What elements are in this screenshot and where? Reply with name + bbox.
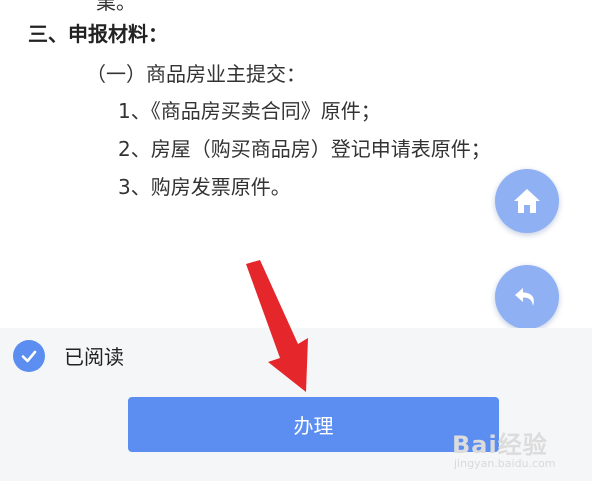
list-item: 2、房屋（购买商品房）登记申请表原件；: [118, 137, 491, 161]
subheading: （一）商品房业主提交：: [86, 62, 306, 86]
watermark-logo: Bai经验: [452, 431, 548, 459]
read-checkbox[interactable]: [13, 340, 45, 372]
home-button[interactable]: [495, 169, 559, 233]
section-title: 三、申报材料：: [28, 22, 168, 46]
back-button[interactable]: [495, 265, 559, 329]
red-arrow-annotation: [246, 260, 308, 392]
list-item: 3、购房发票原件。: [118, 175, 291, 199]
check-icon: [21, 350, 37, 363]
list-item: 1、《商品房买卖合同》原件；: [118, 99, 381, 123]
cut-off-text: 業。: [96, 0, 136, 14]
watermark-url: jingyan.baidu.com: [454, 457, 556, 470]
undo-arrow-icon: [515, 288, 534, 306]
home-icon: [514, 189, 540, 213]
submit-button[interactable]: 办理: [128, 397, 499, 452]
baidu-jingyan-watermark: Bai经验 jingyan.baidu.com: [452, 425, 556, 470]
read-label: 已阅读: [64, 345, 124, 369]
